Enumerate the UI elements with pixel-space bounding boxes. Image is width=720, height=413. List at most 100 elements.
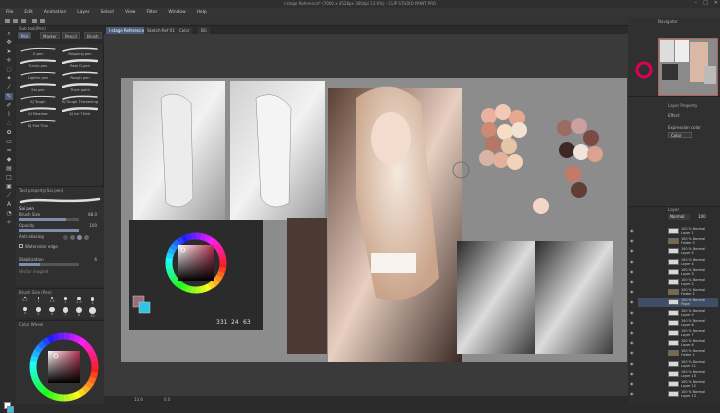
- eyedropper-icon[interactable]: ⁄: [5, 84, 13, 91]
- palette-swatch[interactable]: [573, 144, 589, 160]
- menu-layer[interactable]: Layer: [77, 10, 89, 15]
- new-file-icon[interactable]: [5, 19, 10, 23]
- layer-row[interactable]: ◉ 100 % Normal Layer 2: [630, 278, 718, 287]
- eraser-icon[interactable]: ▭: [5, 138, 13, 145]
- menu-file[interactable]: File: [6, 10, 13, 15]
- color-wheel[interactable]: [26, 329, 102, 405]
- brush-item[interactable]: Turnip pen: [18, 58, 58, 69]
- palette-swatch[interactable]: [565, 166, 581, 182]
- layer-row[interactable]: ◉ 100 % Normal Layer 11: [630, 360, 718, 369]
- open-icon[interactable]: [13, 19, 18, 23]
- tab-pen[interactable]: Pen: [18, 32, 32, 39]
- layer-row[interactable]: ◉ 100 % Normal Folder 3: [630, 237, 718, 246]
- eye-icon[interactable]: ◉: [630, 269, 634, 273]
- menu-animation[interactable]: Animation: [44, 10, 66, 15]
- brush-size-preset[interactable]: 2: [60, 297, 72, 307]
- popup-h-value[interactable]: 331: [216, 319, 228, 326]
- brush-size-preset[interactable]: 8: [73, 307, 85, 317]
- brush-item[interactable]: KJ Ink Think: [60, 106, 100, 117]
- close-button[interactable]: ✕: [714, 0, 718, 6]
- palette-swatch[interactable]: [493, 152, 509, 168]
- eye-icon[interactable]: ◉: [630, 290, 634, 294]
- pencil-icon[interactable]: ✐: [5, 102, 13, 109]
- tab-pencil[interactable]: Pencil: [62, 32, 80, 39]
- eye-icon[interactable]: ◉: [630, 310, 634, 314]
- blend-mode-select[interactable]: Normal: [668, 214, 690, 220]
- move-icon[interactable]: ✥: [5, 39, 13, 46]
- navigator-preview[interactable]: [658, 38, 718, 96]
- opacity-slider[interactable]: [19, 229, 79, 232]
- figure-icon[interactable]: □: [5, 174, 13, 181]
- layer-row[interactable]: ◉ 100 % Normal Layer 5: [630, 247, 718, 256]
- airbrush-icon[interactable]: ∴: [5, 120, 13, 127]
- palette-swatch[interactable]: [583, 130, 599, 146]
- brush-size-preset[interactable]: 2.5: [73, 297, 85, 307]
- auto-select-icon[interactable]: ✦: [5, 75, 13, 82]
- brush-item[interactable]: Mapping pen: [60, 46, 100, 57]
- palette-swatch[interactable]: [507, 154, 523, 170]
- tab-brush[interactable]: Brush: [84, 32, 102, 39]
- menu-view[interactable]: View: [125, 10, 135, 15]
- zoom-readout[interactable]: 13.6: [134, 397, 143, 402]
- rotation-readout[interactable]: 0.0: [164, 397, 170, 402]
- layer-row[interactable]: ◉ 100 % Normal Layer 13: [630, 390, 718, 399]
- pen-icon[interactable]: ✎: [5, 93, 13, 100]
- layer-row[interactable]: ◉ 100 % Normal Layer 1: [630, 227, 718, 236]
- brush-item[interactable]: Sai pen: [18, 82, 58, 93]
- redo-icon[interactable]: [40, 19, 45, 23]
- layer-row[interactable]: ◉ 100 % Normal Paper: [630, 298, 718, 307]
- watercolor-edge-row[interactable]: Watercolor edge: [19, 244, 101, 253]
- eye-icon[interactable]: ◉: [630, 392, 634, 396]
- layer-row[interactable]: ◉ 100 % Normal Layer 4: [630, 258, 718, 267]
- palette-swatch[interactable]: [479, 150, 495, 166]
- brush-item[interactable]: KJ Tough: [18, 94, 58, 105]
- blend-icon[interactable]: ≈: [5, 147, 13, 154]
- operation-icon[interactable]: ➤: [5, 48, 13, 55]
- palette-swatch[interactable]: [571, 182, 587, 198]
- brush-size-preset[interactable]: 6: [46, 307, 58, 317]
- layer-opacity[interactable]: 100: [698, 214, 706, 219]
- anti-aliasing-row[interactable]: Anti-aliasing: [19, 234, 101, 243]
- brush-size-row[interactable]: Brush Size 88.0: [19, 212, 101, 221]
- layer-row[interactable]: ◉ 100 % Normal Layer 10: [630, 370, 718, 379]
- palette-swatch[interactable]: [557, 120, 573, 136]
- eye-icon[interactable]: ◉: [630, 331, 634, 335]
- zoom-icon[interactable]: ⌕: [5, 30, 13, 37]
- stabilization-value[interactable]: 6: [94, 257, 97, 262]
- document-tab[interactable]: Color: [176, 27, 193, 34]
- layer-row[interactable]: ◉ 100 % Normal Layer 8: [630, 319, 718, 328]
- eye-icon[interactable]: ◉: [630, 320, 634, 324]
- document-tab[interactable]: Sketch-Ref 01: [144, 27, 178, 34]
- palette-swatch[interactable]: [587, 146, 603, 162]
- brush-size-preset[interactable]: 4: [19, 307, 31, 317]
- brush-item[interactable]: KJ Flat Thin: [18, 118, 58, 129]
- gradient-icon[interactable]: ▤: [5, 165, 13, 172]
- palette-swatch[interactable]: [495, 104, 511, 120]
- brush-size-preset[interactable]: 7: [60, 307, 72, 317]
- correct-line-icon[interactable]: ✧: [5, 219, 13, 226]
- eye-icon[interactable]: ◉: [630, 361, 634, 365]
- opacity-value[interactable]: 100: [89, 223, 97, 228]
- brush-icon[interactable]: ⌇: [5, 111, 13, 118]
- fill-icon[interactable]: ◆: [5, 156, 13, 163]
- lasso-icon[interactable]: ◌: [5, 66, 13, 73]
- eye-icon[interactable]: ◉: [630, 382, 634, 386]
- frame-icon[interactable]: ▣: [5, 183, 13, 190]
- palette-swatch[interactable]: [481, 108, 497, 124]
- eye-icon[interactable]: ◉: [630, 259, 634, 263]
- decoration-icon[interactable]: ✿: [5, 129, 13, 136]
- eye-icon[interactable]: ◉: [630, 280, 634, 284]
- menu-edit[interactable]: Edit: [24, 10, 33, 15]
- opacity-row[interactable]: Opacity 100: [19, 223, 101, 232]
- brush-item[interactable]: Lighter pen: [18, 70, 58, 81]
- layer-row[interactable]: ◉ 100 % Normal Layer 9: [630, 309, 718, 318]
- maximize-button[interactable]: □: [703, 0, 708, 6]
- palette-swatch[interactable]: [511, 122, 527, 138]
- layer-row[interactable]: ◉ 100 % Normal Folder 1: [630, 349, 718, 358]
- eye-icon[interactable]: ◉: [630, 239, 634, 243]
- undo-icon[interactable]: [32, 19, 37, 23]
- expression-color-select[interactable]: Color: [668, 132, 692, 138]
- brush-item[interactable]: G-pen: [18, 46, 58, 57]
- layer-row[interactable]: ◉ 100 % Normal Layer 7: [630, 329, 718, 338]
- menu-window[interactable]: Window: [168, 10, 185, 15]
